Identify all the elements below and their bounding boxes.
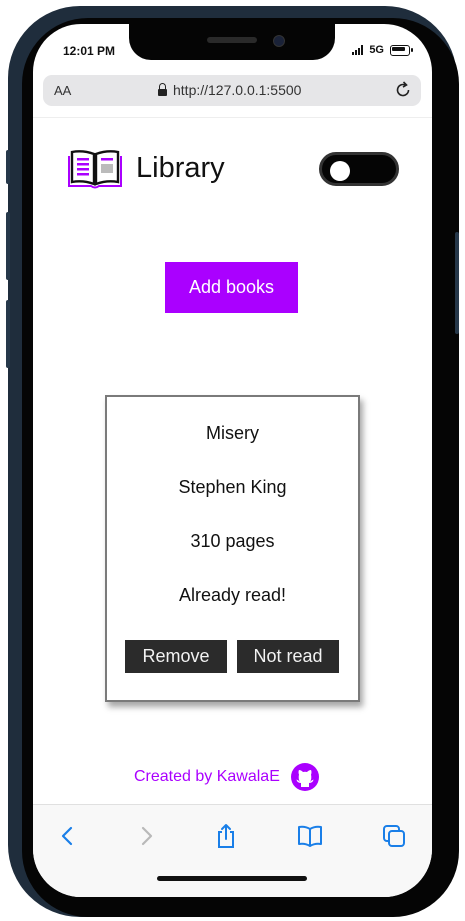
- library-book-icon: [68, 150, 122, 189]
- tabs-icon[interactable]: [381, 823, 407, 849]
- footer-credit[interactable]: Created by KawalaE: [134, 768, 280, 786]
- battery-icon: [390, 44, 413, 56]
- book-read-status: Already read!: [178, 585, 287, 605]
- network-label: 5G: [369, 44, 384, 56]
- add-books-button[interactable]: Add books: [165, 262, 298, 313]
- side-button-mute: [6, 150, 10, 184]
- speaker: [207, 37, 257, 43]
- bookmarks-icon[interactable]: [297, 823, 323, 849]
- back-icon[interactable]: [55, 823, 81, 849]
- phone-frame: 12:01 PM 5G AA http://127.0.0.1:5500 Lib…: [0, 0, 465, 921]
- lock-icon: [158, 82, 167, 96]
- side-button-volume-down: [6, 300, 10, 368]
- signal-icon: [352, 45, 364, 55]
- book-author: Stephen King: [178, 477, 287, 497]
- header-divider: [33, 117, 432, 118]
- reload-icon[interactable]: [393, 80, 413, 100]
- book-pages: 310 pages: [190, 531, 275, 551]
- remove-book-button[interactable]: Remove: [125, 640, 227, 673]
- forward-icon[interactable]: [133, 823, 159, 849]
- side-button-volume-up: [6, 212, 10, 280]
- footer: Created by KawalaE: [134, 762, 320, 792]
- status-time: 12:01 PM: [63, 44, 116, 58]
- book-card: Misery Stephen King 310 pages Already re…: [105, 395, 360, 702]
- status-indicators: 5G: [352, 44, 413, 56]
- theme-toggle-knob: [330, 161, 350, 181]
- url-display[interactable]: http://127.0.0.1:5500: [158, 82, 301, 98]
- front-camera: [273, 35, 285, 47]
- github-icon[interactable]: [290, 762, 320, 792]
- text-size-button[interactable]: AA: [54, 83, 71, 98]
- url-text: http://127.0.0.1:5500: [173, 82, 302, 98]
- side-button-power: [455, 232, 459, 334]
- phone-screen: 12:01 PM 5G AA http://127.0.0.1:5500 Lib…: [33, 24, 432, 897]
- share-icon[interactable]: [213, 823, 239, 849]
- book-title: Misery: [206, 423, 259, 443]
- address-bar[interactable]: AA http://127.0.0.1:5500: [43, 75, 421, 106]
- page-title: Library: [136, 152, 225, 184]
- home-indicator: [157, 876, 307, 881]
- toggle-read-button[interactable]: Not read: [237, 640, 339, 673]
- theme-toggle[interactable]: [319, 152, 399, 186]
- browser-toolbar: [33, 804, 432, 897]
